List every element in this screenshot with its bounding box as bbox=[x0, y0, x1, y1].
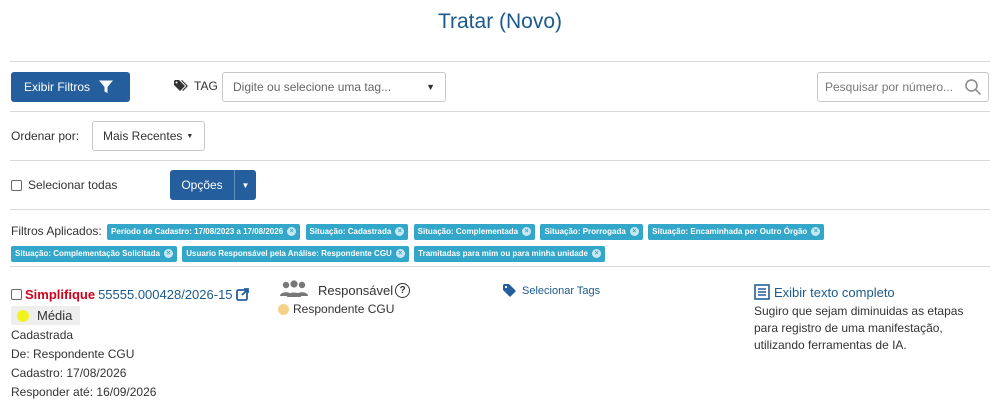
users-icon bbox=[280, 280, 308, 297]
search-input[interactable]: Pesquisar por número... bbox=[817, 72, 989, 102]
item-summary: Sugiro que sejam diminuidas as etapas pa… bbox=[754, 304, 964, 352]
checkbox[interactable] bbox=[11, 179, 22, 191]
item-due: Responder até: 16/09/2026 bbox=[11, 385, 157, 399]
select-all-label: Selecionar todas bbox=[28, 178, 118, 192]
remove-filter-icon[interactable]: × bbox=[522, 227, 532, 237]
order-by-dropdown[interactable]: Mais Recentes ▼ bbox=[92, 121, 205, 151]
select-all-checkbox[interactable]: Selecionar todas bbox=[11, 178, 117, 192]
divider bbox=[10, 160, 990, 161]
responsible-value: Respondente CGU bbox=[293, 302, 395, 316]
item-checkbox[interactable] bbox=[11, 289, 22, 300]
item-created: Cadastro: 17/08/2026 bbox=[11, 366, 127, 380]
priority-label: Média bbox=[37, 308, 73, 323]
tags-icon bbox=[174, 80, 188, 91]
search-icon[interactable] bbox=[964, 78, 982, 96]
item-type: Simplifique bbox=[25, 287, 96, 302]
manifestation-item: Simplifique 55555.000428/2026-15 Média C… bbox=[11, 287, 249, 401]
divider bbox=[10, 209, 990, 210]
show-full-text-link[interactable]: Exibir texto completo bbox=[754, 284, 990, 300]
tag-select[interactable]: Digite ou selecione uma tag... ▼ bbox=[222, 72, 446, 102]
show-full-text-label: Exibir texto completo bbox=[774, 284, 895, 300]
list-icon bbox=[754, 284, 770, 300]
item-from: De: Respondente CGU bbox=[11, 347, 135, 361]
filter-chip[interactable]: Situação: Prorrogada × bbox=[540, 223, 643, 240]
tag-select-placeholder: Digite ou selecione uma tag... bbox=[233, 80, 392, 94]
full-text-section: Exibir texto completo Sugiro que sejam d… bbox=[754, 284, 990, 354]
divider bbox=[10, 266, 990, 267]
help-icon[interactable]: ? bbox=[395, 282, 411, 298]
divider bbox=[10, 111, 990, 112]
show-filters-label: Exibir Filtros bbox=[24, 80, 91, 94]
options-button[interactable]: Opções bbox=[170, 170, 234, 200]
responsible-section: Responsável ? Respondente CGU bbox=[278, 280, 411, 316]
responsible-label: Responsável bbox=[318, 282, 394, 298]
options-dropdown-toggle[interactable]: ▼ bbox=[234, 170, 256, 200]
select-tags-link[interactable]: Selecionar Tags bbox=[503, 284, 600, 297]
filter-chip[interactable]: Situação: Cadastrada × bbox=[305, 223, 409, 240]
divider bbox=[10, 61, 990, 62]
search-placeholder: Pesquisar por número... bbox=[825, 80, 954, 94]
item-meta: Cadastrada De: Respondente CGU Cadastro:… bbox=[11, 326, 249, 401]
tag-label: TAG bbox=[174, 79, 218, 93]
applied-filters-label: Filtros Aplicados: bbox=[11, 224, 102, 238]
filter-chip[interactable]: Situação: Encaminhada por Outro Órgão × bbox=[648, 223, 825, 240]
show-filters-button[interactable]: Exibir Filtros bbox=[11, 72, 130, 102]
remove-filter-icon[interactable]: × bbox=[163, 249, 173, 259]
filter-chip[interactable]: Situação: Complementação Solicitada × bbox=[11, 245, 177, 262]
filter-chip[interactable]: Usuario Responsável pela Análise: Respon… bbox=[182, 245, 409, 262]
tag-label-text: TAG bbox=[194, 79, 218, 93]
caret-down-icon: ▼ bbox=[426, 82, 435, 92]
tag-icon bbox=[503, 284, 516, 297]
priority-dot bbox=[17, 309, 29, 322]
filter-chip[interactable]: Tramitadas para mim ou para minha unidad… bbox=[414, 245, 605, 262]
external-link-icon[interactable] bbox=[235, 288, 249, 301]
order-by-label: Ordenar por: bbox=[11, 129, 80, 143]
remove-filter-icon[interactable]: × bbox=[395, 249, 405, 259]
select-tags-label: Selecionar Tags bbox=[522, 284, 601, 297]
responsible-dot bbox=[278, 303, 289, 315]
item-status: Cadastrada bbox=[11, 328, 74, 342]
order-by-value: Mais Recentes bbox=[103, 129, 183, 143]
item-header: Simplifique 55555.000428/2026-15 bbox=[11, 287, 249, 302]
priority-badge: Média bbox=[11, 306, 81, 325]
remove-filter-icon[interactable]: × bbox=[395, 227, 405, 237]
caret-down-icon: ▼ bbox=[186, 132, 194, 140]
item-number-link[interactable]: 55555.000428/2026-15 bbox=[98, 287, 232, 302]
options-button-group[interactable]: Opções ▼ bbox=[170, 170, 256, 200]
remove-filter-icon[interactable]: × bbox=[811, 227, 821, 237]
applied-filters: Filtros Aplicados: Período de Cadastro: … bbox=[11, 220, 991, 264]
filter-chip[interactable]: Período de Cadastro: 17/08/2023 a 17/08/… bbox=[107, 223, 301, 240]
filter-chip[interactable]: Situação: Complementada × bbox=[413, 223, 536, 240]
remove-filter-icon[interactable]: × bbox=[592, 249, 601, 259]
page-title: Tratar (Novo) bbox=[437, 10, 563, 33]
filter-icon bbox=[99, 80, 114, 93]
remove-filter-icon[interactable]: × bbox=[629, 227, 639, 237]
remove-filter-icon[interactable]: × bbox=[287, 227, 297, 237]
